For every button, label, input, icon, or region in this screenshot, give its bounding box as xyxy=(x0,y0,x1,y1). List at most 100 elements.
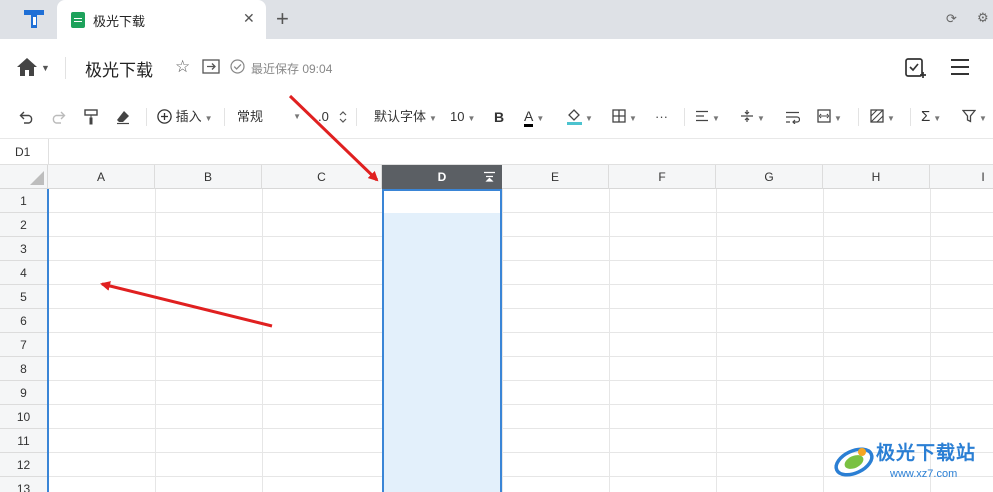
row-header-10[interactable]: 10 xyxy=(0,405,48,429)
undo-icon[interactable] xyxy=(19,110,34,124)
row-header-5[interactable]: 5 xyxy=(0,285,48,309)
row-header-11[interactable]: 11 xyxy=(0,429,48,453)
grid-line xyxy=(48,404,993,405)
vertical-align-button[interactable]: ▼ xyxy=(740,96,765,138)
grid-line xyxy=(48,260,993,261)
font-family-value: 默认字体 xyxy=(374,109,427,124)
refresh-icon[interactable]: ⟳ xyxy=(946,11,957,27)
new-tab-button[interactable]: + xyxy=(276,6,289,32)
format-painter-icon[interactable] xyxy=(84,109,98,125)
row-header-9[interactable]: 9 xyxy=(0,381,48,405)
column-header-c[interactable]: C xyxy=(262,165,382,189)
chevron-down-icon: ▼ xyxy=(712,114,720,123)
insert-label: 插入 xyxy=(175,109,202,124)
divider xyxy=(224,108,225,126)
divider xyxy=(684,108,685,126)
number-format-value: 常规 xyxy=(237,109,264,124)
more-label: ··· xyxy=(655,109,668,124)
row-header-4[interactable]: 4 xyxy=(0,261,48,285)
wrap-text-icon[interactable] xyxy=(785,111,800,124)
watermark-name: 极光下载站 xyxy=(876,443,977,464)
horizontal-align-button[interactable]: ▼ xyxy=(695,96,720,138)
browser-tab[interactable]: 极光下载 ✕ xyxy=(57,0,266,39)
bold-button[interactable]: B xyxy=(494,96,504,138)
insert-button[interactable]: 插入 ▼ xyxy=(157,96,213,138)
decimal-button[interactable]: .0 xyxy=(318,96,329,138)
task-check-icon[interactable] xyxy=(904,56,928,80)
font-color-label: A xyxy=(524,108,534,127)
column-header-f[interactable]: F xyxy=(609,165,716,189)
column-header-i[interactable]: I xyxy=(930,165,993,189)
more-options-button[interactable]: ··· xyxy=(655,96,668,138)
tab-close-icon[interactable]: ✕ xyxy=(243,10,255,27)
row-header-1[interactable]: 1 xyxy=(0,189,48,213)
app-logo-icon[interactable] xyxy=(22,8,46,30)
redo-icon[interactable] xyxy=(51,110,66,124)
font-family-select[interactable]: 默认字体 ▼ xyxy=(374,96,437,138)
merge-cells-button[interactable]: ▼ xyxy=(817,96,842,138)
tab-title: 极光下载 xyxy=(93,14,146,29)
plus-circle-icon xyxy=(157,109,172,124)
chevron-down-icon: ▼ xyxy=(887,114,895,123)
home-dropdown-caret-icon[interactable]: ▼ xyxy=(41,63,50,73)
select-all-corner[interactable] xyxy=(0,165,48,189)
row-header-6[interactable]: 6 xyxy=(0,309,48,333)
sum-button[interactable]: Σ ▼ xyxy=(921,96,941,138)
filter-button[interactable]: ▼ xyxy=(961,96,987,138)
chevron-down-icon: ▼ xyxy=(536,114,545,123)
formula-bar: D1 xyxy=(0,138,993,165)
column-header-d[interactable]: D xyxy=(382,165,502,189)
browser-tab-strip: 极光下载 ✕ + ⟳ ⚙ xyxy=(0,0,993,39)
star-icon[interactable]: ☆ xyxy=(175,57,190,77)
grid-line xyxy=(48,356,993,357)
border-grid-icon xyxy=(612,109,626,123)
font-color-button[interactable]: A ▼ xyxy=(524,96,544,138)
saved-check-icon xyxy=(230,59,245,74)
toolbar: 插入 ▼ 常规 ▼ .0 默认字体 ▼ 10 ▼ B A ▼ ▼ ▼ ··· ▼… xyxy=(0,96,993,138)
chevron-down-icon: ▼ xyxy=(629,114,637,123)
column-header-a[interactable]: A xyxy=(48,165,155,189)
sheet-file-icon xyxy=(71,12,85,28)
settings-icon[interactable]: ⚙ xyxy=(977,10,989,26)
hamburger-menu-icon[interactable] xyxy=(950,58,970,76)
formula-input[interactable] xyxy=(49,139,993,165)
divider xyxy=(858,108,859,126)
grid-line xyxy=(262,189,263,492)
decimal-label: .0 xyxy=(318,109,329,124)
column-header-g[interactable]: G xyxy=(716,165,823,189)
grid-line xyxy=(823,189,824,492)
chevron-down-icon: ▼ xyxy=(293,112,301,121)
chevron-down-icon: ▼ xyxy=(933,114,942,123)
number-format-select[interactable]: 常规 ▼ xyxy=(237,96,305,138)
divider xyxy=(65,57,66,79)
vertical-align-icon xyxy=(741,110,753,122)
home-icon[interactable] xyxy=(16,56,38,78)
cell-reference[interactable]: D1 xyxy=(15,145,30,159)
bold-label: B xyxy=(494,109,505,125)
grid-line xyxy=(716,189,717,492)
font-size-select[interactable]: 10 ▼ xyxy=(450,96,475,138)
chevron-down-icon: ▼ xyxy=(204,114,213,123)
fill-color-button[interactable]: ▼ xyxy=(567,96,593,138)
row-header-12[interactable]: 12 xyxy=(0,453,48,477)
document-title[interactable]: 极光下载 xyxy=(85,56,153,81)
grid-line xyxy=(48,380,993,381)
row-header-2[interactable]: 2 xyxy=(0,213,48,237)
row-header-7[interactable]: 7 xyxy=(0,333,48,357)
watermark: 极光下载站 www.xz7.com xyxy=(832,436,993,492)
column-menu-icon[interactable] xyxy=(483,171,496,183)
decimal-stepper-icon[interactable] xyxy=(339,110,347,124)
conditional-format-button[interactable]: ▼ xyxy=(870,96,895,138)
column-header-row: ABCDEFGHI xyxy=(0,165,993,189)
borders-button[interactable]: ▼ xyxy=(612,96,637,138)
column-header-e[interactable]: E xyxy=(502,165,609,189)
eraser-icon[interactable] xyxy=(115,109,131,125)
row-header-8[interactable]: 8 xyxy=(0,357,48,381)
row-header-13[interactable]: 13 xyxy=(0,477,48,492)
column-header-h[interactable]: H xyxy=(823,165,930,189)
watermark-logo-icon xyxy=(834,447,874,477)
column-header-b[interactable]: B xyxy=(155,165,262,189)
divider xyxy=(146,108,147,126)
row-header-3[interactable]: 3 xyxy=(0,237,48,261)
move-to-folder-icon[interactable] xyxy=(202,59,220,74)
